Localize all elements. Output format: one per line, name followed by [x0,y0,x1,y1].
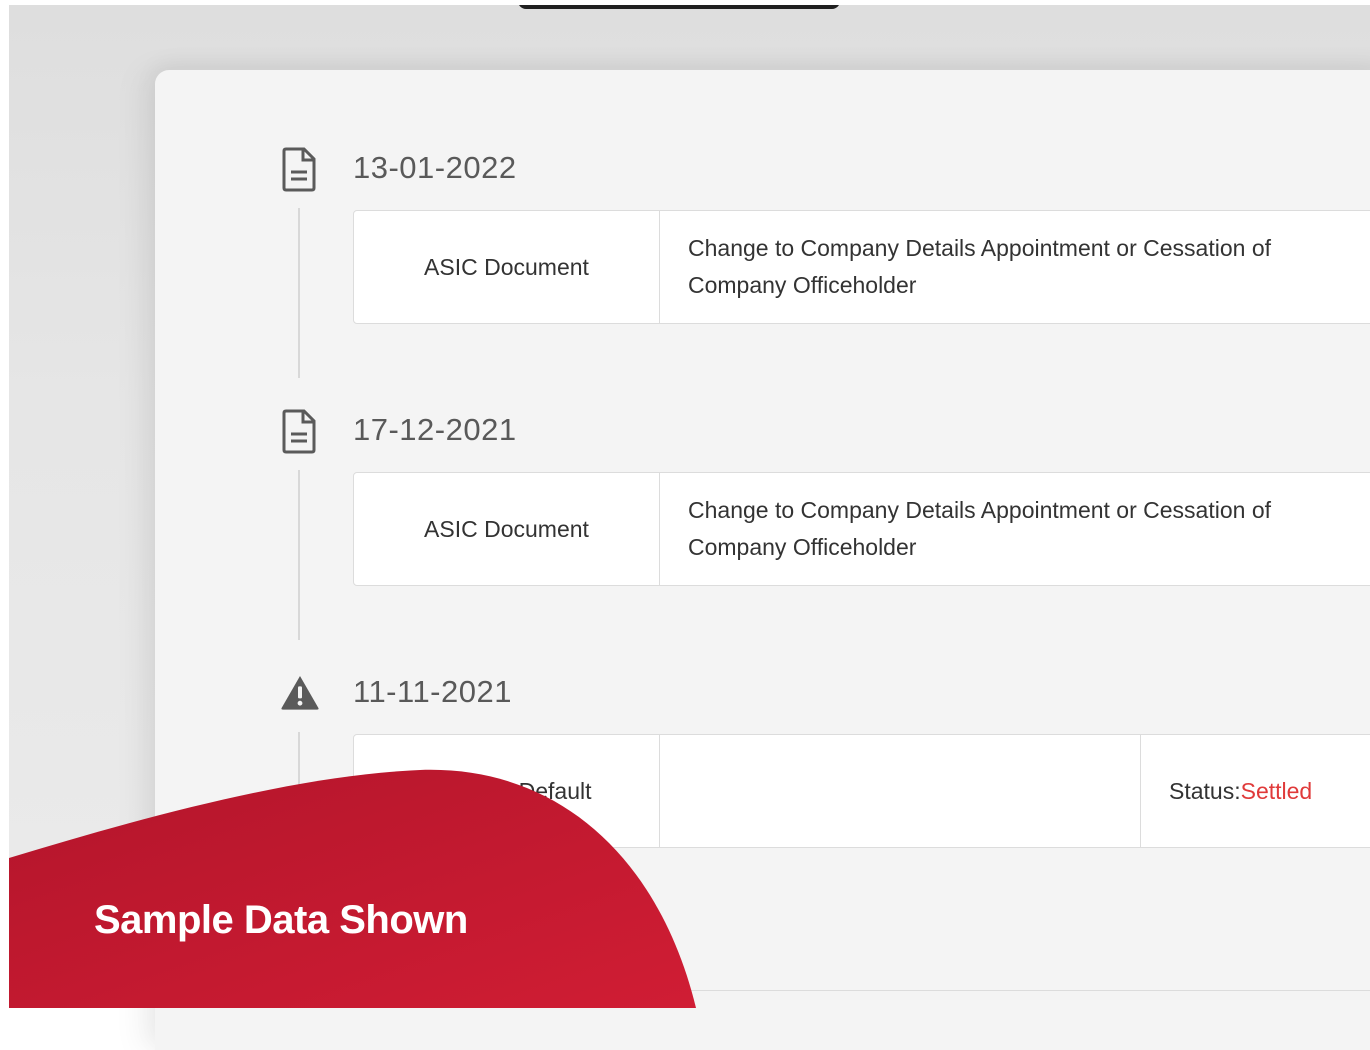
status-label: Status: [1169,777,1241,804]
entry-description: Change to Company Details Appointment or… [688,235,1271,298]
next-row-border [520,990,1370,991]
status-value: Settled [1240,777,1313,804]
timeline-connector [298,208,300,378]
entry-type: Payment Default [354,735,660,847]
entry-description [660,735,1141,847]
entry-description: Change to Company Details Appointment or… [688,497,1271,560]
entry-date: 17-12-2021 [353,412,517,447]
entry-row[interactable]: ASIC Document Change to Company Details … [353,210,1370,324]
sample-data-label: Sample Data Shown [94,898,468,942]
entry-date: 13-01-2022 [353,150,517,185]
top-tab-handle [518,5,840,9]
status-badge: Status: Settled [1141,735,1312,847]
entry-row[interactable]: ASIC Document Change to Company Details … [353,472,1370,586]
timeline-connector [298,470,300,640]
document-icon [280,145,320,193]
document-icon [280,407,320,455]
entry-row[interactable]: Payment Default Status: Settled [353,734,1370,848]
entry-type: ASIC Document [354,211,660,323]
warning-icon [280,668,320,716]
entry-date: 11-11-2021 [353,674,512,709]
entry-type: ASIC Document [354,473,660,585]
